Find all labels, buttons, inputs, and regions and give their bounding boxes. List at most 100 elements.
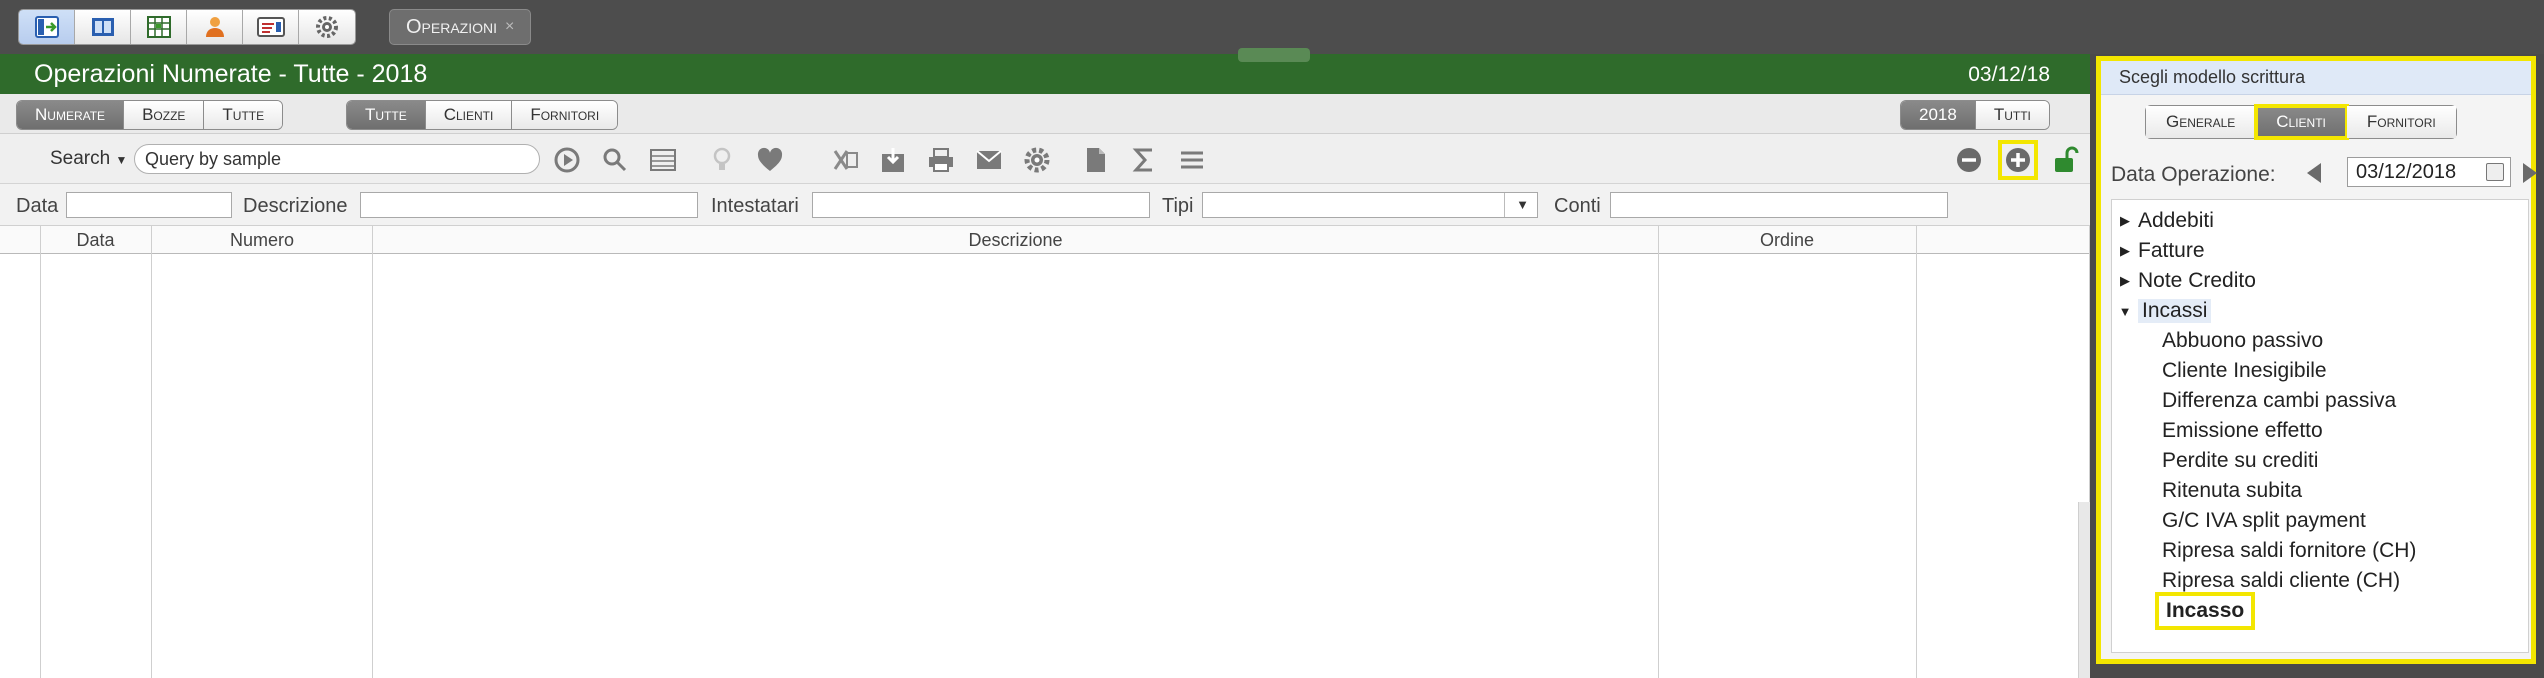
tab-clienti[interactable]: Clienti xyxy=(2254,104,2349,140)
print-icon[interactable] xyxy=(927,146,955,174)
filter-year[interactable]: 2018 xyxy=(1901,101,1976,129)
filter-clienti[interactable]: Clienti xyxy=(425,101,513,129)
heart-icon[interactable] xyxy=(756,146,784,174)
card-icon[interactable] xyxy=(243,10,299,44)
tree-leaf-abbuono-passivo[interactable]: Abbuono passivo xyxy=(2112,326,2528,356)
tree-leaf-ripresa-saldi-cliente[interactable]: Ripresa saldi cliente (CH) xyxy=(2112,566,2528,596)
tree-node-label: Note Credito xyxy=(2138,269,2256,292)
filter-tutte-state[interactable]: Tutte xyxy=(204,101,283,129)
tree-leaf-cliente-inesigibile[interactable]: Cliente Inesigibile xyxy=(2112,356,2528,386)
previous-date-icon[interactable] xyxy=(2307,163,2321,183)
tree-leaf-label: Incasso xyxy=(2154,592,2256,630)
tree-node-label: Addebiti xyxy=(2138,209,2214,232)
filter-label-descrizione: Descrizione xyxy=(243,195,348,217)
search-menu[interactable]: Search ▼ xyxy=(50,148,127,170)
magnifier-icon[interactable] xyxy=(601,146,629,174)
filter-input-descrizione[interactable] xyxy=(360,192,698,218)
add-icon[interactable] xyxy=(1998,140,2038,180)
filter-fornitori[interactable]: Fornitori xyxy=(512,101,618,129)
tree-node-fatture[interactable]: ▶ Fatture xyxy=(2112,236,2528,266)
tree-leaf-label: Cliente Inesigibile xyxy=(2162,359,2327,382)
document-icon[interactable] xyxy=(1082,146,1110,174)
table-header: Data Numero Descrizione Ordine xyxy=(0,226,2090,254)
ledger-icon[interactable] xyxy=(75,10,131,44)
filter-tutte-party[interactable]: Tutte xyxy=(347,101,426,129)
main-panel: Operazioni Numerate - Tutte - 2018 03/12… xyxy=(0,48,2090,678)
operation-date-input[interactable]: 03/12/2018 xyxy=(2347,157,2511,187)
next-date-icon[interactable] xyxy=(2523,163,2537,183)
template-tree: ▶ Addebiti ▶ Fatture ▶ Note Credito ▼ In… xyxy=(2111,199,2529,653)
tree-leaf-incasso[interactable]: Incasso xyxy=(2112,592,2528,630)
search-label: Search xyxy=(50,148,111,169)
tab-operazioni[interactable]: Operazioni × xyxy=(389,9,532,45)
template-chooser-panel: Scegli modello scrittura Generale Client… xyxy=(2096,56,2537,664)
tree-leaf-label: G/C IVA split payment xyxy=(2162,509,2366,532)
table-view-icon[interactable] xyxy=(649,146,677,174)
filter-bozze[interactable]: Bozze xyxy=(124,101,205,129)
tree-leaf-emissione-effetto[interactable]: Emissione effetto xyxy=(2112,416,2528,446)
sum-icon[interactable] xyxy=(1130,146,1158,174)
toolbar: Search ▼ xyxy=(0,134,2090,184)
filter-input-data[interactable] xyxy=(66,192,232,218)
tab-generale[interactable]: Generale xyxy=(2146,106,2257,138)
import-icon[interactable] xyxy=(19,10,75,44)
tree-leaf-ripresa-saldi-fornitore[interactable]: Ripresa saldi fornitore (CH) xyxy=(2112,536,2528,566)
filter-numerate[interactable]: Numerate xyxy=(17,101,125,129)
filter-select-tipi[interactable]: ▼ xyxy=(1202,192,1538,218)
tree-node-addebiti[interactable]: ▶ Addebiti xyxy=(2112,206,2528,236)
excel-export-icon[interactable] xyxy=(831,146,859,174)
app-icon-group xyxy=(18,9,356,45)
operation-date-label: Data Operazione: xyxy=(2111,163,2276,186)
tree-leaf-gc-iva-split-payment[interactable]: G/C IVA split payment xyxy=(2112,506,2528,536)
spreadsheet-icon[interactable] xyxy=(131,10,187,44)
unlock-icon[interactable] xyxy=(2052,146,2080,174)
column-header-ordine[interactable]: Ordine xyxy=(1658,226,1916,254)
operation-date-row: Data Operazione: 03/12/2018 xyxy=(2111,157,2537,189)
panel-header: Scegli modello scrittura xyxy=(2101,61,2531,95)
tree-node-label: Fatture xyxy=(2138,239,2205,262)
email-icon[interactable] xyxy=(975,146,1003,174)
expand-icon[interactable]: ▶ xyxy=(2112,273,2138,289)
tab-operazioni-label: Operazioni xyxy=(406,15,498,38)
dropdown-arrow-icon: ▼ xyxy=(1516,197,1529,212)
close-icon[interactable]: × xyxy=(505,18,514,36)
operations-table: Data Numero Descrizione Ordine xyxy=(0,226,2090,678)
menu-icon[interactable] xyxy=(1178,146,1206,174)
search-input[interactable] xyxy=(134,144,540,174)
download-icon[interactable] xyxy=(879,146,907,174)
column-header-descrizione[interactable]: Descrizione xyxy=(373,226,1658,254)
filter-input-conti[interactable] xyxy=(1610,192,1948,218)
collapse-icon[interactable]: ▼ xyxy=(2112,304,2138,319)
tree-leaf-label: Ritenuta subita xyxy=(2162,479,2303,502)
drag-handle[interactable] xyxy=(1238,48,1310,62)
tree-node-note-credito[interactable]: ▶ Note Credito xyxy=(2112,266,2528,296)
tree-leaf-label: Differenza cambi passiva xyxy=(2162,389,2397,412)
expand-icon[interactable]: ▶ xyxy=(2112,243,2138,259)
gear-icon[interactable] xyxy=(299,10,355,44)
tree-leaf-ritenuta-subita[interactable]: Ritenuta subita xyxy=(2112,476,2528,506)
tab-fornitori[interactable]: Fornitori xyxy=(2346,106,2456,138)
filter-bar: Numerate Bozze Tutte Tutte Clienti Forni… xyxy=(0,94,2090,134)
play-icon[interactable] xyxy=(553,146,581,174)
column-header-data[interactable]: Data xyxy=(40,226,151,254)
lightbulb-icon[interactable] xyxy=(708,146,736,174)
filter-tutti[interactable]: Tutti xyxy=(1975,101,2049,129)
template-category-tabs: Generale Clienti Fornitori xyxy=(2145,104,2457,140)
app-topbar: Operazioni × xyxy=(0,0,2544,54)
party-filter-group: Tutte Clienti Fornitori xyxy=(346,100,619,130)
user-icon[interactable] xyxy=(187,10,243,44)
table-scrollbar[interactable] xyxy=(2078,502,2090,678)
tree-leaf-differenza-cambi-passiva[interactable]: Differenza cambi passiva xyxy=(2112,386,2528,416)
tree-node-label: Incassi xyxy=(2138,299,2212,323)
expand-icon[interactable]: ▶ xyxy=(2112,213,2138,229)
filter-label-intestatari: Intestatari xyxy=(711,195,799,217)
tree-leaf-perdite-su-crediti[interactable]: Perdite su crediti xyxy=(2112,446,2528,476)
remove-icon[interactable] xyxy=(1955,146,1983,174)
settings-icon[interactable] xyxy=(1023,146,1051,174)
tree-node-incassi[interactable]: ▼ Incassi xyxy=(2112,296,2528,326)
filter-input-intestatari[interactable] xyxy=(812,192,1150,218)
title-bar: Operazioni Numerate - Tutte - 2018 03/12… xyxy=(0,48,2090,94)
column-filter-bar: Data Descrizione Intestatari Tipi ▼ Cont… xyxy=(0,184,2090,226)
calendar-icon[interactable] xyxy=(2486,163,2504,181)
column-header-numero[interactable]: Numero xyxy=(151,226,373,254)
